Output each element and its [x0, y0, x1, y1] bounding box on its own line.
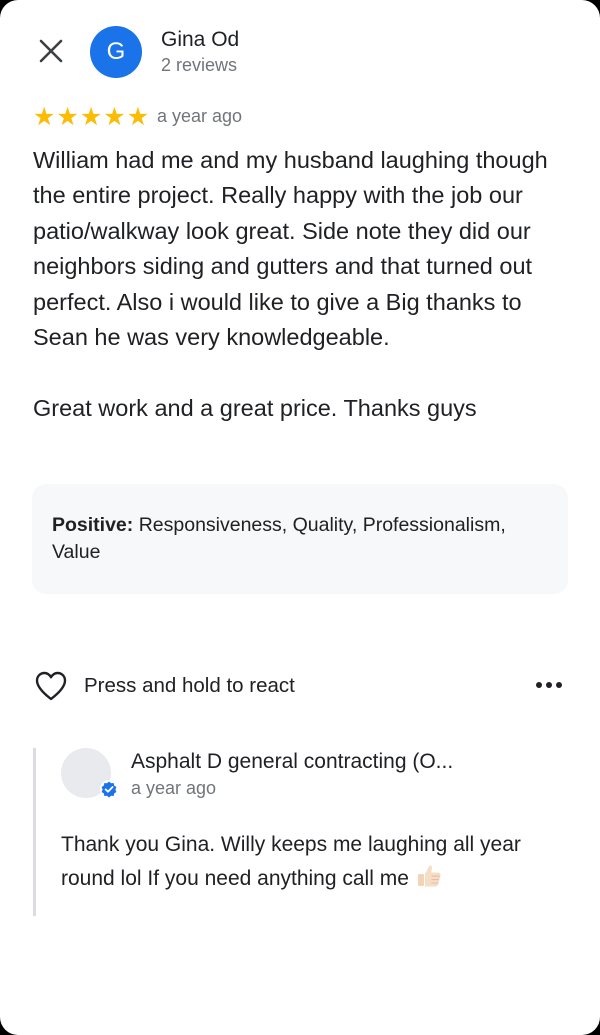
review-detail-sheet: G Gina Od 2 reviews ★ ★ ★ ★ ★ a year ago Wil… — [0, 0, 600, 1035]
star-rating: ★ ★ ★ ★ ★ — [33, 104, 149, 129]
heart-outline-icon — [35, 671, 67, 701]
reviewer-avatar[interactable]: G — [90, 26, 142, 78]
close-button[interactable] — [34, 34, 68, 68]
star-icon: ★ — [33, 102, 56, 131]
review-time: a year ago — [157, 106, 243, 126]
owner-response-text: Thank you Gina. Willy keeps me laughing … — [61, 829, 561, 895]
review-text: William had me and my husband laughing t… — [33, 147, 548, 421]
verified-badge-icon — [100, 780, 118, 798]
react-label: Press and hold to react — [84, 674, 295, 697]
more-options-button[interactable] — [531, 672, 567, 698]
review-attributes: Positive: Responsiveness, Quality, Profe… — [52, 512, 552, 566]
owner-response-time: a year ago — [131, 778, 217, 798]
reviewer-review-count: 2 reviews — [161, 55, 238, 75]
close-icon — [39, 39, 63, 63]
star-icon: ★ — [79, 102, 103, 131]
review-attributes-box: Positive: Responsiveness, Quality, Profe… — [32, 484, 568, 594]
reviewer-name[interactable]: Gina Od — [161, 28, 239, 52]
owner-response-divider — [33, 748, 36, 916]
avatar-letter: G — [106, 38, 126, 65]
star-icon: ★ — [103, 102, 126, 131]
thumbs-up-emoji-icon — [417, 865, 441, 886]
more-horizontal-icon — [536, 682, 562, 688]
attributes-label: Positive: — [52, 514, 134, 536]
star-icon: ★ — [126, 102, 150, 131]
owner-name: Asphalt D general contracting (O... — [131, 750, 454, 773]
owner-response-body: Thank you Gina. Willy keeps me laughing … — [61, 833, 521, 890]
star-icon: ★ — [56, 102, 79, 131]
react-button[interactable]: Press and hold to react — [34, 668, 295, 704]
